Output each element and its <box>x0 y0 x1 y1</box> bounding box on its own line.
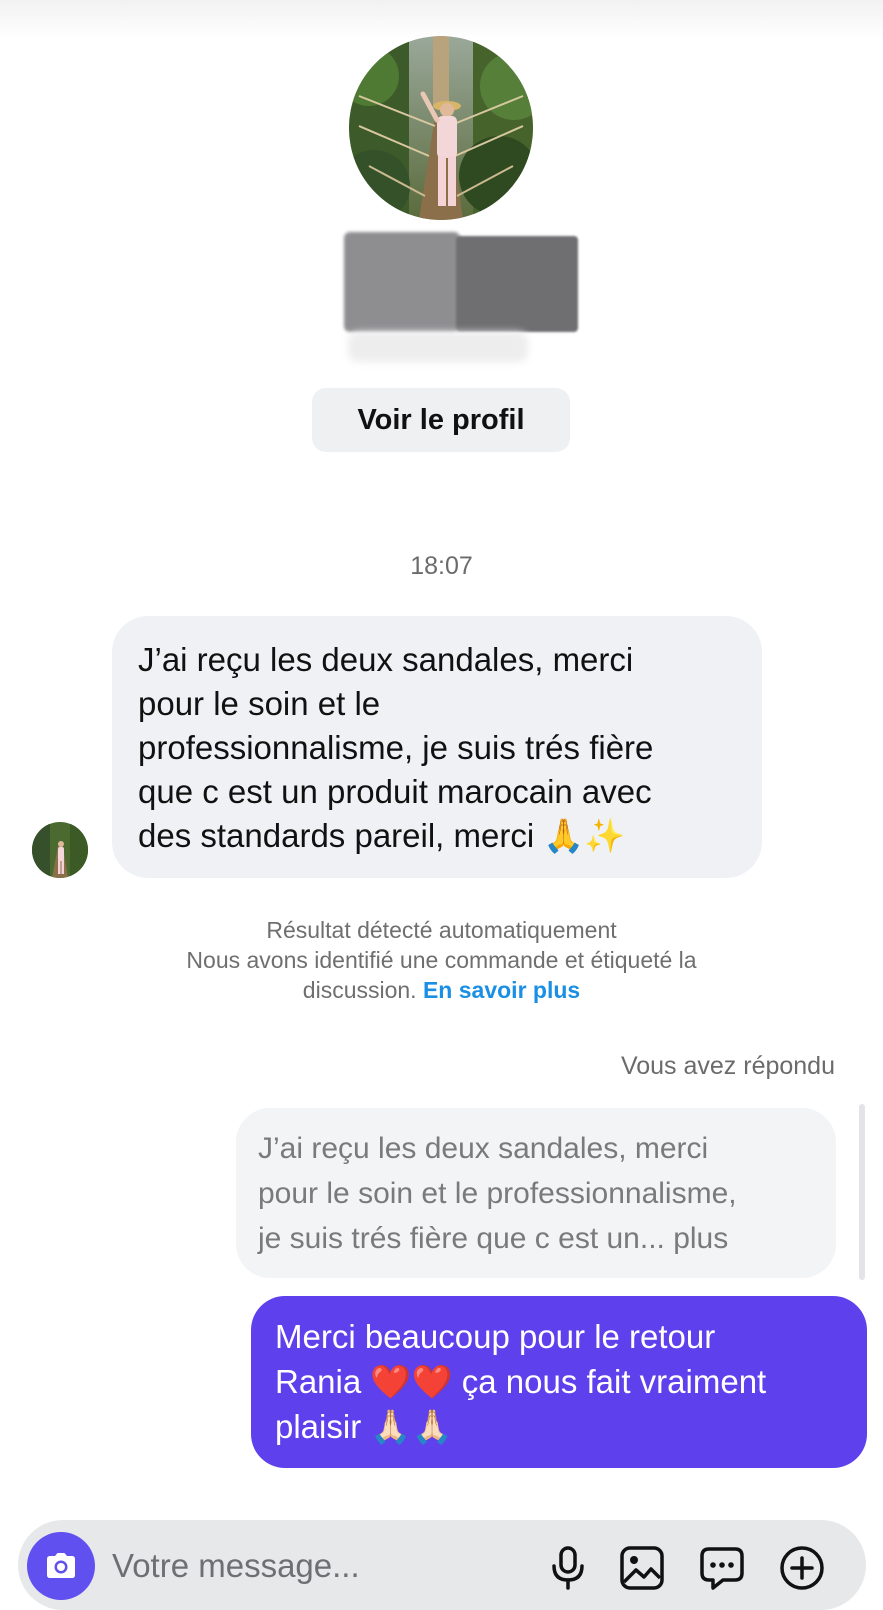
camera-button[interactable] <box>27 1532 95 1600</box>
replied-label: Vous avez répondu <box>620 1052 835 1080</box>
message-line: professionnalisme, je suis trés fière <box>138 729 654 766</box>
profile-avatar[interactable] <box>349 36 533 220</box>
notice-body-line: Nous avons identifié une commande et éti… <box>186 947 697 973</box>
message-line: plaisir 🙏🏻🙏🏻 <box>275 1408 453 1445</box>
message-line: Merci beaucoup pour le retour <box>275 1318 716 1355</box>
more-options-button[interactable] <box>774 1540 830 1596</box>
gallery-icon <box>620 1546 664 1590</box>
message-line: que c est un produit marocain avec <box>138 773 652 810</box>
view-profile-button[interactable]: Voir le profil <box>312 388 570 452</box>
chat-bubble-icon <box>700 1547 744 1590</box>
message-line: J’ai reçu les deux sandales, merci <box>138 641 634 678</box>
learn-more-link[interactable]: En savoir plus <box>423 977 580 1003</box>
plus-circle-icon <box>780 1546 824 1590</box>
outgoing-message-bubble[interactable]: Merci beaucoup pour le retour Rania ❤️❤️… <box>251 1296 867 1468</box>
redacted-name <box>344 232 578 362</box>
message-line: des standards pareil, merci 🙏✨ <box>138 817 626 854</box>
quoted-line: J’ai reçu les deux sandales, merci <box>258 1132 709 1165</box>
gallery-button[interactable] <box>614 1540 670 1596</box>
quoted-message-bubble[interactable]: J’ai reçu les deux sandales, merci pour … <box>236 1108 836 1278</box>
order-detection-notice: Résultat détecté automatiquement Nous av… <box>0 915 883 1005</box>
notice-body-text: discussion. <box>302 977 417 1003</box>
microphone-button[interactable] <box>540 1540 596 1596</box>
message-line: pour le soin et le <box>138 685 381 722</box>
notice-title: Résultat détecté automatiquement <box>266 917 617 943</box>
profile-photo <box>349 36 533 220</box>
quoted-line: je suis trés fière que c est un... plus <box>258 1222 729 1255</box>
incoming-message-bubble[interactable]: J’ai reçu les deux sandales, merci pour … <box>112 616 762 878</box>
camera-icon <box>47 1553 75 1578</box>
quick-replies-button[interactable] <box>694 1540 750 1596</box>
message-input[interactable] <box>112 1540 512 1592</box>
microphone-icon <box>552 1546 584 1590</box>
sender-photo <box>32 822 88 878</box>
message-timestamp: 18:07 <box>410 552 473 580</box>
sender-avatar[interactable] <box>32 822 88 878</box>
message-line: Rania ❤️❤️ ça nous fait vraiment <box>275 1363 767 1400</box>
top-fade <box>0 0 883 40</box>
notice-body-line-2: discussion. En savoir plus <box>0 975 883 1005</box>
quote-indicator-bar <box>859 1104 865 1280</box>
quoted-line: pour le soin et le professionnalisme, <box>258 1177 737 1210</box>
